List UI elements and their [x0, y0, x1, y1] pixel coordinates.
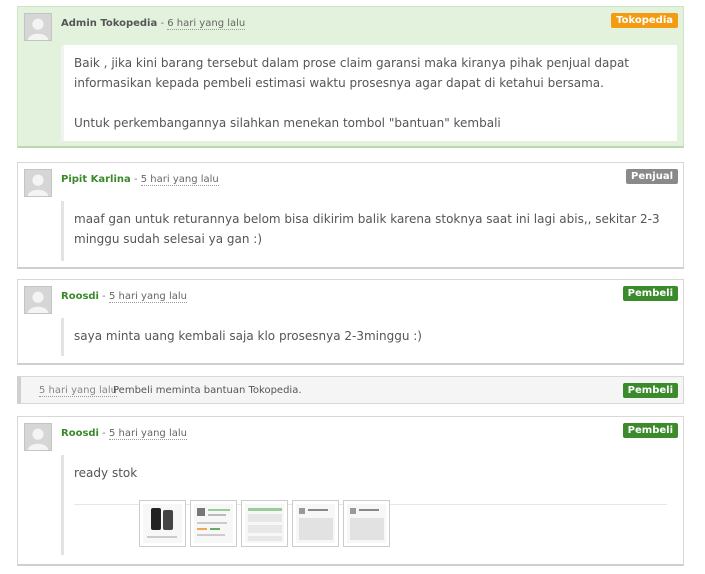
role-badge-penjual: Penjual	[626, 169, 678, 184]
comment-text: maaf gan untuk returannya belom bisa dik…	[74, 212, 660, 246]
image-thumbnail[interactable]	[292, 500, 339, 547]
timestamp[interactable]: 6 hari yang lalu	[167, 18, 246, 30]
timestamp[interactable]: 5 hari yang lalu	[39, 385, 118, 397]
comment-text: saya minta uang kembali saja klo prosesn…	[74, 329, 422, 343]
screenshot-image-icon	[347, 504, 386, 543]
comment-paragraph: Baik , jika kini barang tersebut dalam p…	[74, 56, 630, 90]
screenshot-image-icon	[245, 504, 284, 543]
comment-pembeli-attachments: Roosdi - 5 hari yang lalu Pembeli ready …	[17, 416, 684, 566]
separator: -	[133, 174, 138, 185]
separator: -	[102, 428, 106, 439]
author-name[interactable]: Admin Tokopedia	[61, 18, 157, 29]
comment-body: maaf gan untuk returannya belom bisa dik…	[61, 201, 677, 261]
image-thumbnail[interactable]	[190, 500, 237, 547]
screenshot-image-icon	[194, 504, 233, 543]
phone-image-icon	[143, 504, 182, 543]
comment-pembeli: Roosdi - 5 hari yang lalu Pembeli saya m…	[17, 279, 684, 365]
timestamp[interactable]: 5 hari yang lalu	[108, 291, 187, 303]
comment-text: ready stok	[74, 466, 138, 480]
comment-header: Admin Tokopedia - 6 hari yang lalu	[61, 18, 246, 30]
user-silhouette-icon	[25, 424, 51, 450]
user-silhouette-icon	[25, 287, 51, 313]
user-silhouette-icon	[25, 170, 51, 196]
image-thumbnail[interactable]	[241, 500, 288, 547]
comment-body: ready stok	[61, 455, 677, 555]
author-name[interactable]: Roosdi	[61, 428, 99, 439]
user-silhouette-icon	[25, 14, 51, 40]
system-event-row: 5 hari yang lalu Pembeli meminta bantuan…	[17, 376, 684, 404]
separator: -	[160, 18, 165, 29]
image-thumbnail[interactable]	[139, 500, 186, 547]
screenshot-image-icon	[296, 504, 335, 543]
comment-paragraph: Untuk perkembangannya silahkan menekan t…	[74, 116, 501, 130]
comment-body: Baik , jika kini barang tersebut dalam p…	[61, 45, 677, 141]
comment-header: Roosdi - 5 hari yang lalu	[61, 291, 187, 303]
avatar[interactable]	[24, 423, 52, 451]
avatar[interactable]	[24, 13, 52, 41]
separator: -	[102, 291, 106, 302]
comment-admin: Admin Tokopedia - 6 hari yang lalu Tokop…	[17, 6, 684, 148]
image-thumbnail[interactable]	[343, 500, 390, 547]
role-badge-pembeli: Pembeli	[622, 423, 678, 438]
system-event-text: Pembeli meminta bantuan Tokopedia.	[113, 385, 302, 396]
role-badge-tokopedia: Tokopedia	[611, 13, 678, 28]
role-badge-pembeli: Pembeli	[622, 286, 678, 301]
comment-header: Pipit Karlina - 5 hari yang lalu	[61, 174, 219, 186]
avatar[interactable]	[24, 286, 52, 314]
comment-body: saya minta uang kembali saja klo prosesn…	[61, 318, 677, 356]
role-badge-pembeli: Pembeli	[622, 383, 678, 398]
comment-header: Roosdi - 5 hari yang lalu	[61, 428, 187, 440]
author-name[interactable]: Pipit Karlina	[61, 174, 131, 185]
timestamp[interactable]: 5 hari yang lalu	[108, 428, 187, 440]
avatar[interactable]	[24, 169, 52, 197]
author-name[interactable]: Roosdi	[61, 291, 99, 302]
timestamp[interactable]: 5 hari yang lalu	[140, 174, 219, 186]
comment-penjual: Pipit Karlina - 5 hari yang lalu Penjual…	[17, 162, 684, 269]
